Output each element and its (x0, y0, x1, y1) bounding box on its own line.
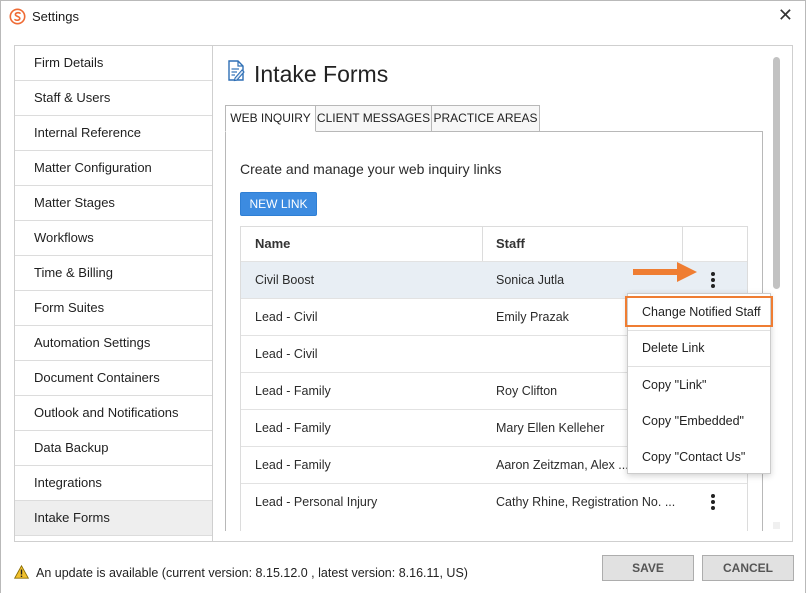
row-staff: Mary Ellen Kelleher (496, 421, 605, 435)
row-name: Civil Boost (255, 273, 315, 287)
sidebar-item-intake-forms[interactable]: Intake Forms (15, 501, 212, 536)
tab-web-inquiry[interactable]: WEB INQUIRY (225, 105, 316, 132)
more-options-icon[interactable] (708, 493, 718, 511)
update-notice: An update is available (current version:… (36, 566, 468, 580)
page-title: Intake Forms (254, 61, 389, 87)
sidebar-item-workflows[interactable]: Workflows (15, 221, 212, 256)
row-staff: Emily Prazak (496, 310, 569, 324)
row-name: Lead - Family (255, 421, 331, 435)
sidebar-item-form-suites[interactable]: Form Suites (15, 291, 212, 326)
close-icon[interactable]: ✕ (778, 5, 793, 25)
menu-item-copy-embedded[interactable]: Copy "Embedded" (628, 414, 770, 428)
callout-arrow-icon (633, 262, 697, 282)
sidebar-item-automation-settings[interactable]: Automation Settings (15, 326, 212, 361)
menu-separator (628, 366, 770, 367)
sidebar-item-outlook-notifications[interactable]: Outlook and Notifications (15, 396, 212, 431)
tab-client-messages[interactable]: CLIENT MESSAGES (315, 105, 432, 132)
table-row[interactable]: Lead - Personal Injury Cathy Rhine, Regi… (241, 483, 747, 520)
row-name: Lead - Family (255, 384, 331, 398)
sidebar-item-integrations[interactable]: Integrations (15, 466, 212, 501)
app-logo-icon (9, 8, 26, 25)
sidebar-item-data-backup[interactable]: Data Backup (15, 431, 212, 466)
row-name: Lead - Civil (255, 310, 318, 324)
menu-item-copy-contact-us[interactable]: Copy "Contact Us" (628, 450, 770, 464)
sidebar-item-matter-configuration[interactable]: Matter Configuration (15, 151, 212, 186)
menu-separator (628, 330, 770, 331)
more-options-icon[interactable] (708, 271, 718, 289)
sidebar-item-staff-users[interactable]: Staff & Users (15, 81, 212, 116)
settings-window: Settings ✕ Firm Details Staff & Users In… (0, 0, 806, 593)
menu-item-copy-link[interactable]: Copy "Link" (628, 378, 770, 392)
row-name: Lead - Personal Injury (255, 495, 378, 509)
sidebar-item-matter-stages[interactable]: Matter Stages (15, 186, 212, 221)
sidebar-item-document-containers[interactable]: Document Containers (15, 361, 212, 396)
window-title: Settings (32, 9, 79, 24)
column-divider (682, 227, 683, 261)
menu-item-delete-link[interactable]: Delete Link (628, 341, 770, 355)
save-button[interactable]: SAVE (602, 555, 694, 581)
title-bar: Settings ✕ (1, 1, 805, 33)
warning-icon (14, 565, 29, 579)
scrollbar-corner (773, 522, 780, 529)
sidebar-item-time-billing[interactable]: Time & Billing (15, 256, 212, 291)
row-name: Lead - Civil (255, 347, 318, 361)
sidebar-item-internal-reference[interactable]: Internal Reference (15, 116, 212, 151)
row-name: Lead - Family (255, 458, 331, 472)
row-staff: Sonica Jutla (496, 273, 565, 287)
new-link-button[interactable]: NEW LINK (240, 192, 317, 216)
menu-item-change-notified-staff[interactable]: Change Notified Staff (628, 305, 770, 319)
column-divider (482, 227, 483, 261)
settings-sidebar: Firm Details Staff & Users Internal Refe… (14, 45, 213, 542)
sidebar-item-firm-details[interactable]: Firm Details (15, 46, 212, 81)
form-edit-icon (228, 60, 245, 82)
row-staff: Aaron Zeitzman, Alex ... (496, 458, 629, 472)
cancel-button[interactable]: CANCEL (702, 555, 794, 581)
column-header-staff[interactable]: Staff (496, 227, 525, 261)
column-header-name[interactable]: Name (255, 227, 290, 261)
scrollbar-thumb[interactable] (773, 57, 780, 289)
row-staff: Cathy Rhine, Registration No. ... (496, 495, 676, 509)
tab-practice-areas[interactable]: PRACTICE AREAS (431, 105, 540, 132)
panel-description: Create and manage your web inquiry links (240, 161, 502, 177)
row-context-menu: Change Notified Staff Delete Link Copy "… (627, 293, 771, 474)
row-staff: Roy Clifton (496, 384, 558, 398)
